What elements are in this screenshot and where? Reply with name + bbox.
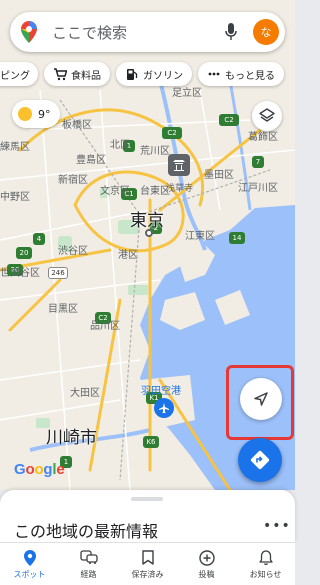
- road-badge: K6: [143, 436, 159, 448]
- map-label-meguro: 目黒区: [48, 304, 78, 315]
- chip-gas[interactable]: ガソリン: [116, 62, 192, 86]
- road-badge: 20: [16, 247, 32, 259]
- map-label-kita: 北区: [110, 140, 130, 151]
- map-label-nerima: 練馬区: [0, 142, 30, 153]
- layers-icon: [259, 108, 275, 122]
- map-label-bunkyo: 文京区: [100, 186, 130, 197]
- map-label-haneda: 羽田空港: [141, 386, 181, 397]
- nav-item-updates[interactable]: お知らせ: [236, 543, 295, 585]
- google-logo: Google: [14, 461, 65, 478]
- layers-button[interactable]: [252, 101, 282, 131]
- map-label-shibuya: 渋谷区: [58, 246, 88, 257]
- airport-icon[interactable]: [154, 398, 174, 418]
- add-circle-icon: [197, 549, 217, 567]
- temperature: 9°: [38, 107, 51, 121]
- nav-item-go[interactable]: 経路: [59, 543, 118, 585]
- map-label-setagaya: 世田谷区: [0, 268, 40, 279]
- map-label-ota: 大田区: [70, 388, 100, 399]
- temple-icon[interactable]: [168, 154, 190, 176]
- search-input[interactable]: ここで検索: [52, 22, 219, 43]
- map-label-arakawa: 荒川区: [140, 146, 170, 157]
- road-badge: 14: [229, 232, 245, 244]
- navigation-arrow-icon: [254, 392, 268, 406]
- more-horizontal-icon: [207, 67, 221, 81]
- nav-label: 経路: [80, 569, 97, 579]
- map-label-asakusa: 浅草寺: [166, 184, 194, 194]
- nav-item-saved[interactable]: 保存済み: [118, 543, 177, 585]
- map-label-tokyo: 東京: [130, 211, 164, 231]
- sheet-handle[interactable]: [131, 497, 163, 501]
- bell-icon: [256, 549, 276, 567]
- bookmark-icon: [138, 549, 158, 567]
- chip-label: もっと見る: [225, 70, 275, 82]
- map-label-koto: 江東区: [185, 231, 215, 242]
- google-maps-pin-icon: [20, 20, 38, 44]
- map-label-edogawa: 江戸川区: [238, 183, 278, 194]
- road-badge: 7: [252, 156, 264, 168]
- search-bar[interactable]: ここで検索 な: [10, 12, 285, 52]
- map-label-shinagawa: 品川区: [90, 321, 120, 332]
- nav-label: スポット: [13, 569, 46, 579]
- chip-label: ガソリン: [143, 70, 183, 82]
- gas-station-icon: [125, 67, 139, 81]
- my-location-button[interactable]: [240, 378, 282, 420]
- sheet-title: この地域の最新情報: [14, 522, 159, 541]
- map-label-kawasaki: 川崎市: [46, 428, 97, 448]
- station-icon[interactable]: [145, 229, 153, 237]
- bottom-navigation: スポット 経路 保存済み 投稿 お知らせ: [0, 542, 295, 585]
- road-badge: C2: [219, 114, 239, 126]
- map-label-minato: 港区: [118, 250, 138, 261]
- chip-label: ピング: [0, 70, 30, 82]
- road-badge: 4: [33, 233, 45, 245]
- chip-shopping[interactable]: ピング: [0, 62, 38, 86]
- commute-icon: [79, 549, 99, 567]
- weather-badge[interactable]: 9°: [12, 100, 60, 128]
- sun-icon: [18, 107, 32, 121]
- map-label-shinjuku: 新宿区: [58, 175, 88, 186]
- location-pin-icon: [20, 549, 40, 567]
- chip-more[interactable]: もっと見る: [198, 62, 284, 86]
- road-badge: C2: [162, 127, 182, 139]
- nav-label: 保存済み: [131, 569, 164, 579]
- nav-item-explore[interactable]: スポット: [0, 543, 59, 585]
- category-chips: ピング 食料品 ガソリン もっと見る: [0, 62, 295, 86]
- nav-label: 投稿: [198, 569, 215, 579]
- map-label-sumida: 墨田区: [204, 170, 234, 181]
- map-label-nakano: 中野区: [0, 192, 30, 203]
- chip-groceries[interactable]: 食料品: [44, 62, 110, 86]
- chip-label: 食料品: [71, 70, 101, 82]
- nav-item-contribute[interactable]: 投稿: [177, 543, 236, 585]
- road-badge: 246: [48, 267, 68, 279]
- directions-button[interactable]: [238, 438, 282, 482]
- avatar[interactable]: な: [253, 19, 279, 45]
- map-label-adachi: 足立区: [172, 88, 202, 99]
- cart-icon: [53, 67, 67, 81]
- bottom-sheet[interactable]: この地域の最新情報 •••: [0, 490, 295, 542]
- map-label-itabashi: 板橋区: [62, 120, 92, 131]
- nav-label: お知らせ: [249, 569, 282, 579]
- microphone-icon[interactable]: [219, 20, 243, 44]
- map-label-toshima: 豊島区: [76, 155, 106, 166]
- more-options-icon[interactable]: •••: [263, 518, 291, 534]
- directions-icon: [250, 450, 270, 470]
